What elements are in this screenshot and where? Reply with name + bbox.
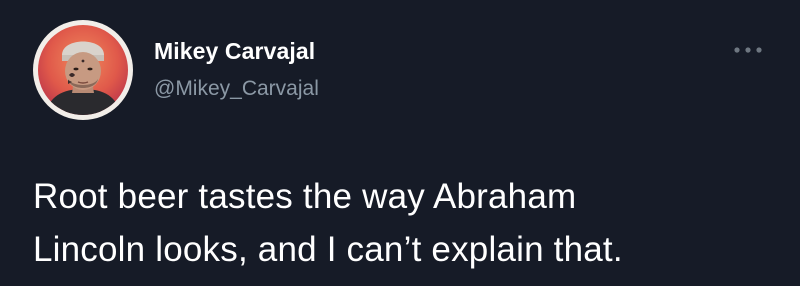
profile-photo-icon — [38, 25, 128, 115]
tweet-text: Root beer tastes the way Abraham Lincoln… — [33, 170, 783, 276]
tweet-text-line: Root beer tastes the way Abraham — [33, 177, 577, 216]
tweet-card: Mikey Carvajal @Mikey_Carvajal Root beer… — [0, 0, 800, 286]
author-handle[interactable]: @Mikey_Carvajal — [154, 77, 319, 101]
tweet-text-line: Lincoln looks, and I can’t explain that. — [33, 230, 623, 269]
author-display-name[interactable]: Mikey Carvajal — [154, 38, 315, 65]
more-options-button[interactable] — [726, 38, 770, 62]
ellipsis-icon — [734, 47, 762, 53]
avatar[interactable] — [33, 20, 133, 120]
